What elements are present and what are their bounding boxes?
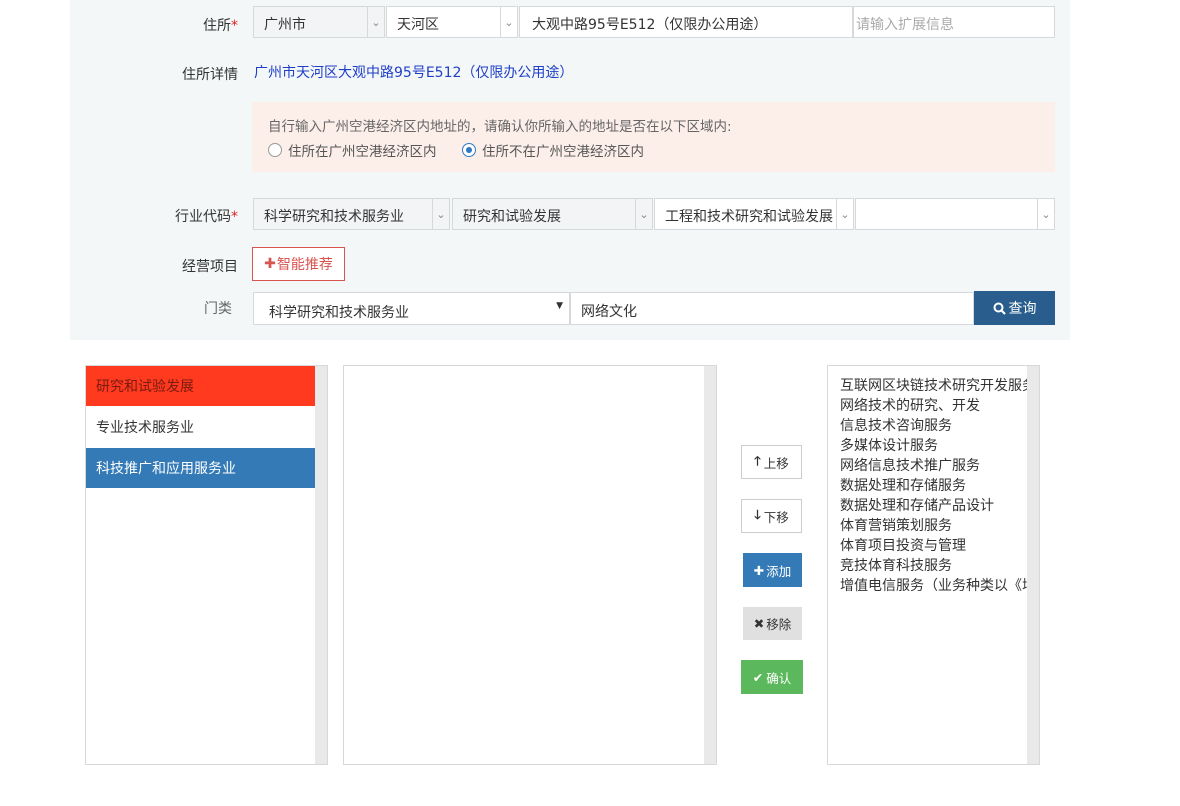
arrow-up-icon: 🡑 bbox=[754, 452, 761, 468]
airport-zone-notice: 自行输入广州空港经济区内地址的，请确认你所输入的地址是否在以下区域内: 住所在广… bbox=[252, 102, 1055, 172]
radio-circle-icon bbox=[268, 143, 282, 157]
smart-recommend-button[interactable]: ✚ 智能推荐 bbox=[252, 247, 345, 281]
industry-level4-select[interactable]: ⌄ bbox=[855, 198, 1055, 230]
remove-button[interactable]: ✖ 移除 bbox=[743, 607, 802, 640]
category-label: 门类 bbox=[204, 301, 232, 317]
candidate-list[interactable] bbox=[343, 365, 717, 765]
industry-level3-select[interactable]: 工程和技术研究和试验发展 ⌄ bbox=[654, 198, 854, 230]
search-icon bbox=[993, 302, 1006, 315]
chevron-down-icon: ⌄ bbox=[635, 199, 652, 229]
list-item[interactable]: 数据处理和存储产品设计 bbox=[840, 495, 994, 515]
radio-checked-icon bbox=[462, 143, 476, 157]
category-select[interactable]: 科学研究和技术服务业 ▼ bbox=[253, 292, 570, 325]
business-scope-label: 经营项目 bbox=[182, 259, 238, 275]
address-label: 住所* bbox=[203, 18, 238, 34]
move-up-button[interactable]: 🡑 上移 bbox=[741, 445, 802, 479]
chevron-down-icon: ⌄ bbox=[432, 199, 449, 229]
address-ext-input[interactable]: 请输入扩展信息 bbox=[853, 6, 1055, 38]
list-scrollbar[interactable] bbox=[704, 366, 716, 764]
list-item[interactable]: 多媒体设计服务 bbox=[840, 435, 938, 455]
category-search-input[interactable]: 网络文化 bbox=[570, 292, 974, 325]
city-value: 广州市 bbox=[264, 17, 306, 33]
chevron-down-icon: ⌄ bbox=[836, 199, 853, 229]
plus-icon: ✚ bbox=[264, 256, 276, 272]
list-item[interactable]: 研究和试验发展 bbox=[86, 366, 315, 406]
selected-business-list[interactable]: 互联网区块链技术研究开发服务 网络技术的研究、开发 信息技术咨询服务 多媒体设计… bbox=[827, 365, 1040, 765]
query-button[interactable]: 查询 bbox=[974, 291, 1055, 325]
industry-level1-select[interactable]: 科学研究和技术服务业 ⌄ bbox=[253, 198, 450, 230]
district-select[interactable]: 天河区 ⌄ bbox=[386, 6, 518, 38]
times-icon: ✖ bbox=[753, 616, 765, 631]
radio-in-zone[interactable]: 住所在广州空港经济区内 bbox=[268, 140, 437, 160]
notice-question: 自行输入广州空港经济区内地址的，请确认你所输入的地址是否在以下区域内: bbox=[268, 119, 732, 135]
list-item[interactable]: 增值电信服务（业务种类以《增值电信业务经营许可证》载明内容为准） bbox=[840, 575, 1039, 595]
chevron-down-icon: ⌄ bbox=[1037, 199, 1054, 229]
list-item[interactable]: 互联网区块链技术研究开发服务 bbox=[840, 375, 1036, 395]
list-item[interactable]: 科技推广和应用服务业 bbox=[86, 448, 315, 488]
caret-down-icon: ▼ bbox=[556, 301, 563, 311]
list-item[interactable]: 网络信息技术推广服务 bbox=[840, 455, 980, 475]
move-down-button[interactable]: 🡓 下移 bbox=[741, 499, 802, 533]
chevron-down-icon: ⌄ bbox=[367, 7, 384, 37]
address-detail-label: 住所详情 bbox=[182, 67, 238, 83]
arrow-down-icon: 🡓 bbox=[754, 506, 761, 522]
list-item[interactable]: 体育营销策划服务 bbox=[840, 515, 952, 535]
industry-level2-select[interactable]: 研究和试验发展 ⌄ bbox=[452, 198, 653, 230]
confirm-button[interactable]: ✔ 确认 bbox=[741, 660, 803, 694]
list-item[interactable]: 竞技体育科技服务 bbox=[840, 555, 952, 575]
list-item[interactable]: 网络技术的研究、开发 bbox=[840, 395, 980, 415]
list-item[interactable]: 数据处理和存储服务 bbox=[840, 475, 966, 495]
list-item[interactable]: 专业技术服务业 bbox=[86, 407, 315, 447]
plus-icon: ✚ bbox=[753, 562, 765, 578]
radio-not-in-zone[interactable]: 住所不在广州空港经济区内 bbox=[462, 140, 644, 160]
district-value: 天河区 bbox=[397, 17, 439, 33]
city-select[interactable]: 广州市 ⌄ bbox=[253, 6, 385, 38]
add-button[interactable]: ✚ 添加 bbox=[743, 553, 802, 587]
address-detail-value: 广州市天河区大观中路95号E512（仅限办公用途） bbox=[254, 65, 574, 81]
list-item[interactable]: 体育项目投资与管理 bbox=[840, 535, 966, 555]
chevron-down-icon: ⌄ bbox=[500, 7, 517, 37]
list-scrollbar[interactable] bbox=[315, 366, 327, 764]
industry-code-label: 行业代码* bbox=[175, 209, 238, 225]
check-icon: ✔ bbox=[752, 669, 764, 685]
list-item[interactable]: 信息技术咨询服务 bbox=[840, 415, 952, 435]
list-scrollbar[interactable] bbox=[1027, 366, 1039, 764]
industry-category-list[interactable]: 研究和试验发展 专业技术服务业 科技推广和应用服务业 bbox=[85, 365, 328, 765]
street-input[interactable]: 大观中路95号E512（仅限办公用途） bbox=[519, 6, 853, 38]
